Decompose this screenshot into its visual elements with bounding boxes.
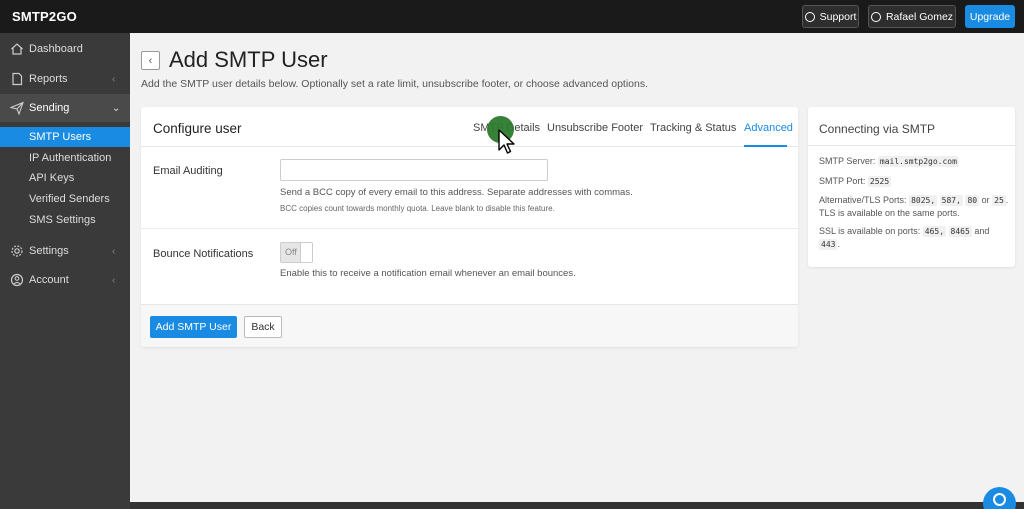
tls-note: TLS is available on the same ports. — [819, 208, 960, 218]
toggle-state-text: Off — [285, 247, 297, 257]
tab-advanced[interactable]: Advanced — [744, 122, 793, 134]
smtp-server-label: SMTP Server: — [819, 156, 876, 166]
bottom-strip — [130, 502, 1024, 509]
toggle-knob — [300, 243, 312, 262]
sidebar-sub-ip-authentication[interactable]: IP Authentication — [0, 148, 130, 168]
ssl-port: 8465 — [948, 226, 972, 237]
smtp-port-row: SMTP Port: 2525 — [819, 175, 1009, 188]
alt-port: 25 — [992, 195, 1006, 206]
active-tab-indicator — [744, 145, 787, 147]
card-title: Configure user — [153, 121, 242, 136]
sidebar-sub-api-keys[interactable]: API Keys — [0, 168, 130, 188]
ssl-and: and — [974, 226, 990, 236]
alt-or: or — [981, 195, 990, 205]
logo[interactable]: SMTP2GO — [12, 9, 77, 24]
sidebar-item-label: Settings — [29, 245, 69, 257]
user-menu-button[interactable]: Rafael Gomez — [868, 5, 956, 28]
home-icon — [11, 43, 23, 55]
smtp-server-row: SMTP Server: mail.smtp2go.com — [819, 155, 1009, 168]
email-auditing-input[interactable] — [280, 159, 548, 181]
chevron-left-icon: ‹ — [112, 245, 116, 257]
page-subtitle: Add the SMTP user details below. Optiona… — [141, 78, 649, 90]
chevron-left-icon: ‹ — [112, 73, 116, 85]
mouse-cursor-icon — [498, 129, 515, 154]
back-arrow-button[interactable]: ‹ — [141, 51, 160, 70]
gear-icon — [11, 245, 23, 257]
email-auditing-label: Email Auditing — [153, 165, 223, 177]
chevron-left-icon: ‹ — [148, 54, 153, 67]
tab-tracking-status[interactable]: Tracking & Status — [650, 122, 736, 134]
smtp-port-value: 2525 — [867, 176, 892, 187]
bounce-notifications-label: Bounce Notifications — [153, 248, 254, 260]
support-button[interactable]: Support — [802, 5, 859, 28]
tab-unsubscribe-footer[interactable]: Unsubscribe Footer — [547, 122, 643, 134]
ssl-ports-row: SSL is available on ports: 465, 8465 and… — [819, 225, 1009, 251]
sidebar-item-dashboard[interactable]: Dashboard — [0, 35, 130, 63]
alternative-ports-row: Alternative/TLS Ports: 8025, 587, 80 or … — [819, 194, 1009, 219]
bounce-notifications-toggle[interactable]: Off — [280, 242, 313, 263]
sidebar-sub-verified-senders[interactable]: Verified Senders — [0, 189, 130, 209]
chat-icon — [993, 493, 1006, 506]
ssl-suffix: . — [837, 239, 840, 249]
smtp-port-label: SMTP Port: — [819, 176, 866, 186]
card-footer: Add SMTP User Back — [141, 304, 798, 347]
divider — [141, 228, 798, 229]
sidebar-item-label: Account — [29, 274, 69, 286]
configure-user-card: Configure user SMTP Details Unsubscribe … — [141, 107, 798, 347]
sidebar-item-reports[interactable]: Reports ‹ — [0, 65, 130, 93]
divider — [808, 145, 1015, 146]
chevron-down-icon: ⌄ — [112, 102, 121, 114]
add-smtp-user-button[interactable]: Add SMTP User — [150, 316, 237, 338]
bounce-notifications-help: Enable this to receive a notification em… — [280, 268, 576, 279]
document-icon — [12, 72, 23, 86]
back-button[interactable]: Back — [244, 316, 282, 338]
user-icon — [870, 11, 881, 22]
chevron-left-icon: ‹ — [112, 274, 116, 286]
sidebar: Dashboard Reports ‹ Sending ⌄ SMTP Users… — [0, 33, 130, 509]
ssl-port: 443 — [819, 239, 838, 250]
alt-port: 587, — [939, 195, 963, 206]
alt-port: 8025, — [909, 195, 938, 206]
smtp-server-value: mail.smtp2go.com — [877, 156, 959, 167]
email-auditing-help: Send a BCC copy of every email to this a… — [280, 187, 633, 198]
sidebar-item-label: Sending — [29, 102, 70, 114]
paper-plane-icon — [10, 101, 24, 115]
email-auditing-note: BCC copies count towards monthly quota. … — [280, 204, 555, 213]
upgrade-button[interactable]: Upgrade — [965, 5, 1015, 28]
alt-port: 80 — [965, 195, 980, 206]
sidebar-item-sending[interactable]: Sending ⌄ — [0, 94, 130, 122]
alt-ports-label: Alternative/TLS Ports: — [819, 195, 907, 205]
user-icon — [10, 273, 24, 287]
sidebar-item-label: Dashboard — [29, 43, 83, 55]
top-bar: SMTP2GO Support Rafael Gomez Upgrade — [0, 0, 1024, 33]
sidebar-item-settings[interactable]: Settings ‹ — [0, 237, 130, 265]
sidebar-item-label: Reports — [29, 73, 68, 85]
user-name: Rafael Gomez — [885, 10, 954, 23]
globe-icon — [804, 11, 815, 22]
panel-title: Connecting via SMTP — [819, 122, 936, 136]
ssl-label: SSL is available on ports: — [819, 226, 921, 236]
sidebar-item-account[interactable]: Account ‹ — [0, 266, 130, 294]
support-label: Support — [819, 10, 857, 23]
sidebar-sub-sms-settings[interactable]: SMS Settings — [0, 210, 130, 230]
chat-support-button[interactable] — [983, 487, 1016, 509]
alt-suffix: . — [1005, 195, 1009, 205]
ssl-port: 465, — [922, 226, 947, 237]
connecting-via-smtp-panel: Connecting via SMTP SMTP Server: mail.sm… — [808, 107, 1015, 267]
page-title: Add SMTP User — [169, 47, 328, 72]
divider — [141, 146, 798, 147]
sidebar-sub-smtp-users[interactable]: SMTP Users — [0, 127, 130, 147]
